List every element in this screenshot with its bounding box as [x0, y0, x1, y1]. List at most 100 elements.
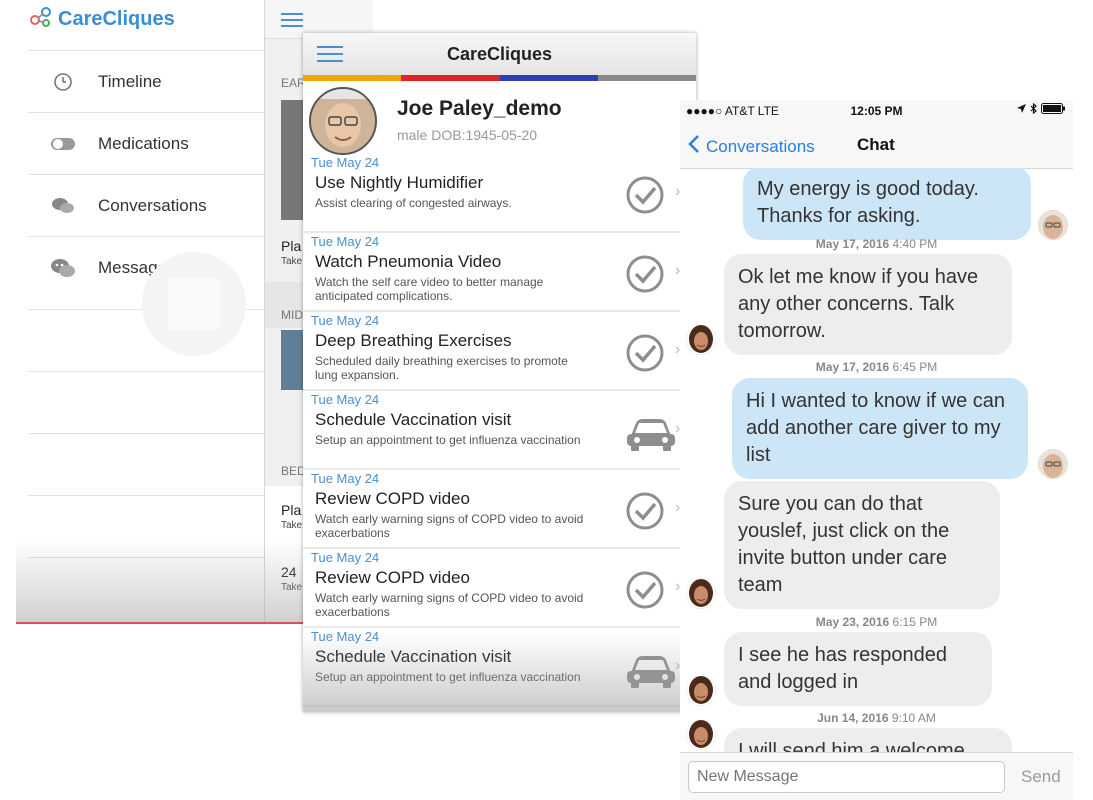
incoming-message-bubble[interactable]: I see he has responded and logged in: [724, 632, 992, 706]
timestamp-date: May 17, 2016: [815, 360, 890, 374]
message-timestamp: May 23, 2016 6:15 PM: [680, 615, 1073, 629]
menu-item-label: Timeline: [98, 72, 162, 91]
timestamp-date: May 23, 2016: [815, 615, 890, 629]
task-date: Tue May 24: [311, 392, 380, 407]
chat-nav-bar: Conversations Chat: [680, 122, 1073, 169]
menu-divider: [28, 495, 264, 496]
timestamp-time: 4:40 PM: [892, 237, 938, 251]
message-timestamp: May 17, 2016 6:45 PM: [680, 360, 1073, 374]
task-description: Scheduled daily breathing exercises to p…: [315, 354, 568, 382]
wechat-icon: [28, 258, 98, 278]
check-icon[interactable]: [625, 333, 665, 378]
outgoing-message-bubble[interactable]: My energy is good today. Thanks for aski…: [743, 168, 1031, 240]
menu-item-medications[interactable]: Medications: [28, 112, 264, 175]
menu-item-label: Conversations: [98, 196, 207, 215]
task-title: Schedule Vaccination visit: [315, 647, 512, 666]
task-row[interactable]: Tue May 24 Schedule Vaccination visit Setu…: [303, 627, 696, 707]
task-title: Review COPD video: [315, 489, 470, 508]
patient-avatar: [309, 87, 377, 155]
side-menu: CareCliques Timeline Medications Convers…: [16, 0, 264, 622]
timestamp-date: May 17, 2016: [815, 237, 890, 251]
patient-name: Joe Paley_demo: [397, 97, 562, 120]
chat-screen: ●●●●○ AT&T LTE 12:05 PM Conversations Ch…: [680, 100, 1073, 800]
check-icon[interactable]: [625, 254, 665, 299]
task-description: Assist clearing of congested airways.: [315, 196, 512, 210]
bluetooth-icon: [1030, 102, 1037, 117]
chat-title: Chat: [857, 135, 895, 154]
menu-divider: [28, 557, 264, 558]
nav-title: CareCliques: [446, 44, 553, 64]
brand-name: CareCliques: [58, 7, 175, 30]
patient-avatar: [1038, 210, 1068, 240]
back-label: Conversations: [706, 136, 815, 156]
task-description: Watch early warning signs of COPD video …: [315, 591, 584, 619]
toggle-icon: [28, 137, 98, 151]
hamburger-icon[interactable]: [281, 12, 303, 33]
task-date: Tue May 24: [311, 550, 380, 565]
caregiver-avatar: [686, 579, 716, 609]
message-timestamp: Jun 14, 2016 9:10 AM: [680, 711, 1073, 725]
task-date: Tue May 24: [311, 155, 380, 170]
logo-icon: [30, 6, 52, 32]
timestamp-time: 9:10 AM: [891, 711, 936, 725]
task-date: Tue May 24: [311, 313, 380, 328]
patient-avatar: [1038, 449, 1068, 479]
back-button[interactable]: Conversations: [688, 134, 815, 159]
clock-label: 12:05 PM: [850, 104, 903, 118]
new-message-input[interactable]: [688, 761, 1005, 793]
row-title: Pla: [281, 502, 302, 518]
task-date: Tue May 24: [311, 234, 380, 249]
task-date: Tue May 24: [311, 471, 380, 486]
task-row[interactable]: Tue May 24 Review COPD video Watch early w…: [303, 548, 696, 628]
caregiver-avatar: [686, 676, 716, 706]
touch-indicator: [142, 252, 246, 356]
row-subtitle: Take: [281, 520, 303, 531]
thumbnail: [281, 100, 303, 220]
task-title: Review COPD video: [315, 568, 470, 587]
caregiver-avatar: [686, 720, 716, 750]
task-row[interactable]: Tue May 24 Review COPD video Watch early w…: [303, 469, 696, 549]
timestamp-time: 6:45 PM: [892, 360, 938, 374]
menu-item-conversations[interactable]: Conversations: [28, 174, 264, 237]
menu-item-label: Medications: [98, 134, 189, 153]
car-icon[interactable]: [625, 649, 677, 694]
check-icon[interactable]: [625, 491, 665, 536]
nav-bar: CareCliques: [303, 33, 696, 75]
section-header: EAR: [281, 76, 306, 90]
row-subtitle: Take: [281, 582, 303, 593]
timestamp-date: Jun 14, 2016: [817, 711, 889, 725]
task-description: Setup an appointment to get influenza va…: [315, 670, 581, 684]
task-row[interactable]: Tue May 24 Schedule Vaccination visit Setu…: [303, 390, 696, 470]
outgoing-message-bubble[interactable]: Hi I wanted to know if we can add anothe…: [732, 378, 1028, 479]
task-row[interactable]: Tue May 24 Deep Breathing Exercises Schedu…: [303, 311, 696, 391]
section-header: BED: [281, 464, 306, 478]
task-row[interactable]: Tue May 24 Watch Pneumonia Video Watch the…: [303, 232, 696, 312]
chevron-left-icon: [688, 134, 706, 159]
caregiver-avatar: [686, 325, 716, 355]
incoming-message-bubble[interactable]: Ok let me know if you have any other con…: [724, 254, 1012, 355]
thumbnail: [281, 330, 303, 390]
clock-icon: [28, 72, 98, 92]
incoming-message-bubble[interactable]: Sure you can do that youslef, just click…: [724, 481, 1000, 609]
row-title: 24: [281, 564, 297, 580]
check-icon[interactable]: [625, 175, 665, 220]
car-icon[interactable]: [625, 412, 677, 457]
menu-divider: [28, 371, 264, 372]
brand-header: CareCliques: [16, 0, 264, 38]
task-description: Setup an appointment to get influenza va…: [315, 433, 581, 447]
menu-item-timeline[interactable]: Timeline: [28, 50, 264, 113]
status-icons: [1017, 102, 1065, 117]
patient-info: male DOB:1945-05-20: [397, 127, 538, 143]
status-bar: ●●●●○ AT&T LTE 12:05 PM: [680, 100, 1073, 122]
task-row[interactable]: Tue May 24 Use Nightly Humidifier Assist c…: [303, 153, 696, 233]
row-title: Pla: [281, 238, 302, 254]
menu-divider: [28, 433, 264, 434]
task-title: Schedule Vaccination visit: [315, 410, 512, 429]
send-button[interactable]: Send: [1021, 767, 1061, 787]
patient-header[interactable]: Joe Paley_demo male DOB:1945-05-20: [303, 81, 696, 155]
check-icon[interactable]: [625, 570, 665, 615]
battery-icon: [1041, 103, 1065, 117]
task-title: Deep Breathing Exercises: [315, 331, 512, 350]
section-header: MID: [281, 308, 303, 322]
chat-bubbles-icon: [28, 197, 98, 215]
